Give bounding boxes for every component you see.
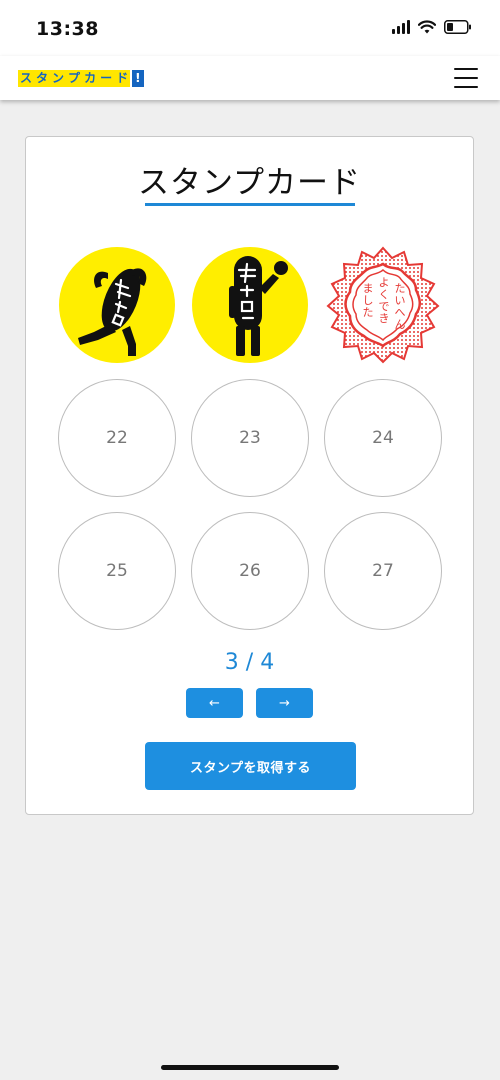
logo-char: ス [18, 70, 35, 87]
svg-text:き: き [379, 312, 390, 325]
stamp-slot-stamped [58, 246, 176, 364]
next-page-button[interactable]: → [256, 688, 313, 718]
logo-char: ー [98, 70, 115, 87]
status-time: 13:38 [36, 18, 99, 40]
stamp-slot-empty: 27 [324, 512, 442, 630]
cellular-signal-icon [392, 20, 410, 34]
status-bar: 13:38 [0, 0, 500, 56]
battery-icon [444, 20, 471, 34]
logo-char: ン [50, 70, 67, 87]
stamp-slot-empty: 25 [58, 512, 176, 630]
title-underline [145, 203, 355, 206]
stamp-slot-empty: 22 [58, 379, 176, 497]
fist-up-character-stamp-icon [192, 247, 308, 363]
stamp-slot-stamped: たいへん よくでき ました [324, 246, 442, 364]
stamp-card: スタンプカード た い へ ん よ く で き ま し た 22 23 24 2… [25, 136, 474, 815]
running-character-stamp-icon [59, 247, 175, 363]
wifi-icon [418, 20, 436, 34]
app-header: ス タ ン プ カ ー ド ! [0, 56, 500, 100]
logo-char: ド [114, 70, 131, 87]
get-stamp-button[interactable]: スタンプを取得する [145, 742, 356, 790]
stamp-slot-stamped [191, 246, 309, 364]
prev-page-button[interactable]: ← [186, 688, 243, 718]
hamburger-menu-icon[interactable] [454, 68, 478, 88]
card-title: スタンプカード [137, 165, 362, 201]
logo-char: プ [66, 70, 83, 87]
page-indicator: 3 / 4 [224, 650, 275, 675]
stamp-slot-empty: 23 [191, 379, 309, 497]
app-logo[interactable]: ス タ ン プ カ ー ド ! [18, 70, 144, 87]
svg-text:ん: ん [395, 318, 406, 331]
praise-seal-stamp-icon: たいへん よくでき ました [326, 246, 440, 364]
status-icons [392, 20, 472, 34]
logo-char: タ [34, 70, 51, 87]
logo-exclaim: ! [132, 70, 144, 87]
svg-text:た: た [363, 306, 374, 319]
stamp-slot-empty: 26 [191, 512, 309, 630]
stamp-slot-empty: 24 [324, 379, 442, 497]
home-indicator [161, 1065, 339, 1070]
logo-char: カ [82, 70, 99, 87]
